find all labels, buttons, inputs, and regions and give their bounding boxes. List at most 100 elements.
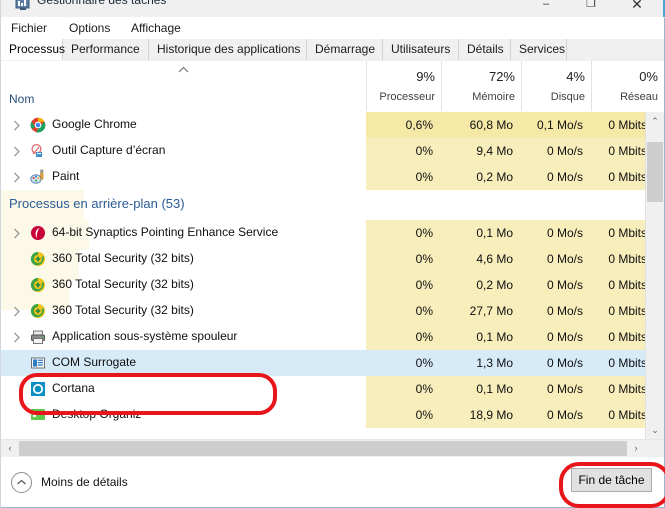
process-name-cell[interactable]: 64-bit Synaptics Pointing Enhance Servic… (1, 220, 366, 246)
process-name-cell[interactable]: Cortana (1, 376, 366, 402)
process-name-cell[interactable]: Outil Capture d’écran (1, 138, 366, 164)
chevron-right-icon[interactable] (13, 120, 21, 131)
process-name-label: Paint (52, 169, 80, 183)
table-row[interactable]: Google Chrome 0,6% 60,8 Mo 0,1 Mo/s 0 Mbits (1, 112, 664, 138)
memory-cell: 0,2 Mo (441, 272, 521, 298)
tab-services[interactable]: Services (511, 39, 567, 60)
process-name-label: 64-bit Synaptics Pointing Enhance Servic… (52, 225, 279, 239)
maximize-button[interactable]: ❐ (576, 0, 606, 17)
scroll-left-icon[interactable]: ‹ (1, 440, 19, 457)
scrollbar-corner (645, 440, 664, 457)
column-header-reseau[interactable]: 0% Réseau (591, 61, 664, 111)
process-name-cell[interactable]: 360 Total Security (32 bits) (1, 298, 366, 324)
title-bar: Gestionnaire des tâches – ❐ ✕ (1, 0, 665, 18)
network-cell: 0 Mbits (591, 112, 653, 138)
memory-column-label: Mémoire (472, 91, 515, 103)
memory-total-percent: 72% (488, 69, 515, 84)
cpu-cell: 0% (366, 324, 441, 350)
network-total-percent: 0% (639, 69, 658, 84)
network-cell: 0 Mbits (591, 402, 653, 428)
tab-d-tails[interactable]: Détails (459, 39, 511, 60)
tab-utilisateurs[interactable]: Utilisateurs (383, 39, 459, 60)
cpu-cell: 0% (366, 138, 441, 164)
process-name-cell[interactable]: 360 Total Security (32 bits) (1, 246, 366, 272)
menu-affichage[interactable]: Affichage (127, 20, 185, 36)
table-row[interactable]: Cortana 0% 0,1 Mo 0 Mo/s 0 Mbits (1, 376, 664, 402)
menu-options[interactable]: Options (65, 20, 114, 36)
vertical-scrollbar-thumb[interactable] (647, 142, 663, 202)
memory-cell: 27,7 Mo (441, 298, 521, 324)
column-header-disque[interactable]: 4% Disque (521, 61, 591, 111)
cpu-cell: 0% (366, 164, 441, 190)
process-name-cell[interactable]: Desktop Organiz (1, 402, 366, 428)
memory-cell: 0,2 Mo (441, 164, 521, 190)
column-header-processeur[interactable]: 9% Processeur (366, 61, 441, 111)
process-list[interactable]: Google Chrome 0,6% 60,8 Mo 0,1 Mo/s 0 Mbits O… (1, 112, 664, 439)
disk-cell: 0 Mo/s (521, 376, 591, 402)
table-row[interactable]: Paint 0% 0,2 Mo 0 Mo/s 0 Mbits (1, 164, 664, 190)
process-name-cell[interactable]: Application sous-système spouleur (1, 324, 366, 350)
horizontal-scrollbar-thumb[interactable] (19, 441, 627, 456)
chevron-right-icon[interactable] (13, 306, 21, 317)
disk-cell: 0 Mo/s (521, 298, 591, 324)
table-row[interactable]: 64-bit Synaptics Pointing Enhance Servic… (1, 220, 664, 246)
table-row[interactable]: Outil Capture d’écran 0% 9,4 Mo 0 Mo/s 0 Mbi… (1, 138, 664, 164)
process-name-cell[interactable]: 360 Total Security (32 bits) (1, 272, 366, 298)
table-row[interactable]: Application sous-système spouleur 0% 0,1 M… (1, 324, 664, 350)
tab-d-marrage[interactable]: Démarrage (307, 39, 383, 60)
footer-bar: Moins de détails (1, 457, 664, 507)
process-name-label: Desktop Organiz (52, 407, 142, 421)
tab-performance[interactable]: Performance (63, 39, 149, 60)
network-cell: 0 Mbits (591, 220, 653, 246)
process-name-cell[interactable]: COM Surrogate (1, 350, 366, 376)
cpu-cell: 0% (366, 272, 441, 298)
group-header-label: Processus en arrière-plan (53) (9, 196, 185, 211)
process-name-cell[interactable]: Google Chrome (1, 112, 366, 138)
cpu-cell: 0,6% (366, 112, 441, 138)
360-security-icon (30, 303, 46, 319)
cpu-cell: 0% (366, 376, 441, 402)
task-manager-window: Gestionnaire des tâches – ❐ ✕ Fichier Op… (0, 0, 665, 508)
table-row[interactable]: COM Surrogate 0% 1,3 Mo 0 Mo/s 0 Mbits (1, 350, 664, 376)
table-row[interactable]: 360 Total Security (32 bits) 0% 0,2 Mo 0 Mo… (1, 272, 664, 298)
cpu-total-percent: 9% (416, 69, 435, 84)
close-button[interactable]: ✕ (622, 0, 652, 17)
chevron-right-icon[interactable] (13, 332, 21, 343)
tab-historique-des-applications[interactable]: Historique des applications (149, 39, 307, 60)
network-cell: 0 Mbits (591, 272, 653, 298)
disk-column-label: Disque (550, 91, 585, 103)
scroll-up-icon[interactable]: ⌃ (646, 112, 664, 130)
table-row[interactable]: 360 Total Security (32 bits) 0% 27,7 Mo 0 M… (1, 298, 664, 324)
360-security-icon (30, 277, 46, 293)
table-row[interactable]: Desktop Organiz 0% 18,9 Mo 0 Mo/s 0 Mbits (1, 402, 664, 428)
task-manager-icon (15, 0, 30, 10)
horizontal-scrollbar[interactable]: ‹ › (1, 439, 664, 457)
process-name-label: 360 Total Security (32 bits) (52, 277, 194, 291)
cpu-cell: 0% (366, 298, 441, 324)
tab-processus[interactable]: Processus (1, 39, 65, 60)
minimize-button[interactable]: – (531, 0, 561, 17)
process-group-header[interactable]: Processus en arrière-plan (53) (1, 190, 664, 310)
chevron-up-circle-icon (11, 471, 32, 493)
com-surrogate-icon (30, 355, 46, 371)
process-name-label: COM Surrogate (52, 355, 137, 369)
disk-cell: 0 Mo/s (521, 220, 591, 246)
chevron-right-icon[interactable] (13, 146, 21, 157)
table-row[interactable]: 360 Total Security (32 bits) 0% 4,6 Mo 0 Mo… (1, 246, 664, 272)
snipping-tool-icon (30, 143, 46, 159)
chevron-right-icon[interactable] (13, 228, 21, 239)
vertical-scrollbar[interactable]: ⌃ ⌄ (645, 112, 664, 439)
disk-cell: 0 Mo/s (521, 324, 591, 350)
scroll-right-icon[interactable]: › (627, 440, 645, 457)
end-task-button[interactable]: Fin de tâche (571, 468, 652, 492)
less-details-button[interactable]: Moins de détails (11, 471, 128, 493)
less-details-label: Moins de détails (41, 475, 128, 489)
column-header-name[interactable]: Nom (9, 92, 34, 106)
memory-cell: 9,4 Mo (441, 138, 521, 164)
scroll-down-icon[interactable]: ⌄ (646, 421, 664, 439)
menu-fichier[interactable]: Fichier (7, 20, 51, 36)
chevron-right-icon[interactable] (13, 172, 21, 183)
process-name-cell[interactable]: Paint (1, 164, 366, 190)
window-title: Gestionnaire des tâches (37, 0, 167, 7)
column-header-memoire[interactable]: 72% Mémoire (441, 61, 521, 111)
